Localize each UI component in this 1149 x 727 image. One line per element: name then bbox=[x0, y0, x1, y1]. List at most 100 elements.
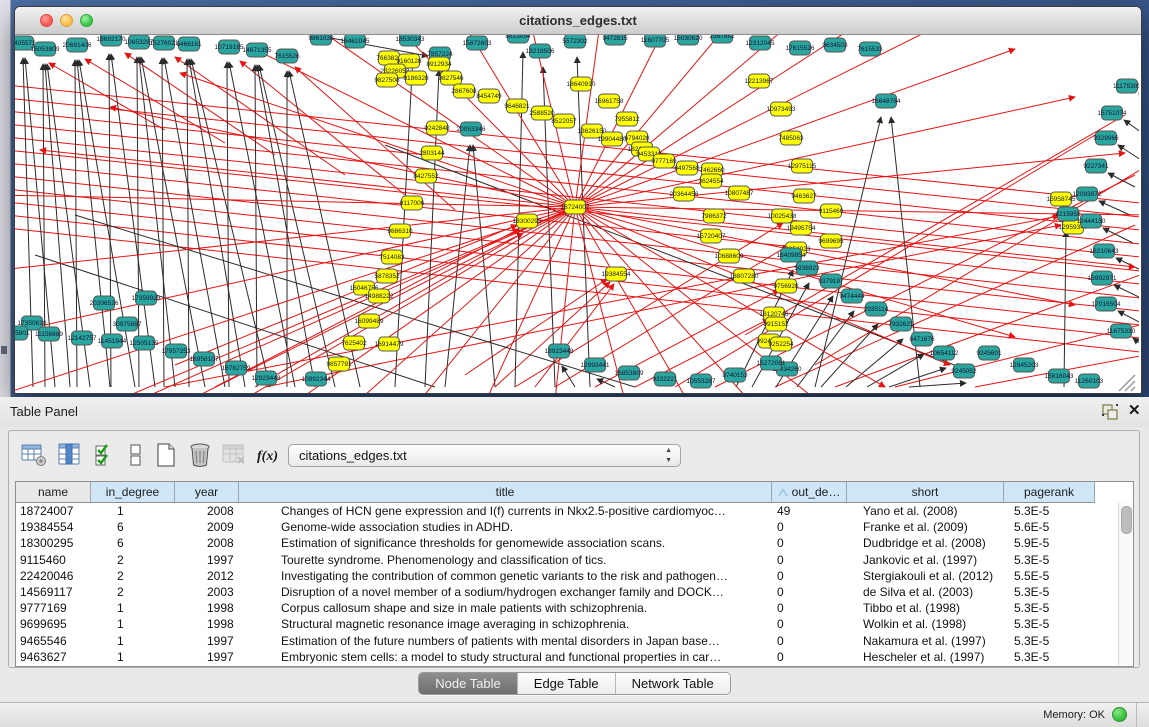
network-node[interactable]: 19495754 bbox=[787, 221, 816, 235]
network-node[interactable]: 9472815 bbox=[602, 35, 628, 45]
network-node[interactable]: 9242848 bbox=[424, 121, 450, 135]
delete-column-button[interactable] bbox=[185, 441, 215, 471]
network-edge[interactable] bbox=[15, 228, 1139, 352]
network-node[interactable]: 16914479 bbox=[375, 337, 404, 351]
table-cell-year[interactable]: 1997 bbox=[207, 552, 237, 568]
network-node[interactable]: 7615526 bbox=[274, 49, 300, 63]
tab-network-table[interactable]: Network Table bbox=[616, 673, 730, 694]
table-cell-short[interactable]: Nakamura et al. (1997) bbox=[863, 633, 1002, 649]
table-cell-pagerank[interactable]: 5.3E-5 bbox=[1014, 633, 1093, 649]
network-node[interactable]: 15276021 bbox=[150, 36, 179, 50]
table-scrollbar[interactable] bbox=[1118, 503, 1132, 665]
network-node[interactable]: 12975115 bbox=[788, 159, 817, 173]
network-node[interactable]: 9857791 bbox=[326, 357, 352, 371]
network-node[interactable]: 9227341 bbox=[1083, 159, 1109, 173]
network-node[interactable]: 9245601 bbox=[976, 346, 1002, 360]
table-cell-out_de[interactable]: 49 bbox=[777, 503, 845, 519]
network-node[interactable]: 8740153 bbox=[722, 368, 748, 382]
table-row[interactable]: 1938455462009Genome-wide association stu… bbox=[16, 519, 1133, 535]
network-edge[interactable] bbox=[909, 383, 966, 387]
table-row[interactable]: 2242004622012Investigating the contribut… bbox=[16, 568, 1133, 584]
network-node[interactable]: 16958107 bbox=[190, 352, 219, 366]
network-node[interactable]: 8813054 bbox=[505, 35, 531, 43]
function-builder-button[interactable]: f(x) bbox=[253, 441, 283, 471]
table-cell-year[interactable]: 1998 bbox=[207, 600, 237, 616]
network-window-titlebar[interactable]: citations_edges.txt bbox=[15, 7, 1141, 35]
network-node[interactable]: 10807487 bbox=[725, 186, 754, 200]
table-scrollbar-thumb[interactable] bbox=[1121, 506, 1132, 534]
network-node[interactable]: 15958745 bbox=[1047, 192, 1076, 206]
window-resize-grip[interactable] bbox=[1119, 375, 1135, 391]
network-node[interactable]: 10654112 bbox=[930, 346, 959, 360]
table-cell-pagerank[interactable]: 5.3E-5 bbox=[1014, 649, 1093, 665]
network-node[interactable]: 18724007 bbox=[561, 200, 590, 214]
table-cell-name[interactable]: 18300295 bbox=[20, 535, 89, 551]
table-cell-year[interactable]: 2012 bbox=[207, 568, 237, 584]
table-cell-year[interactable]: 1997 bbox=[207, 649, 237, 665]
network-edge[interactable] bbox=[40, 150, 575, 207]
table-cell-name[interactable]: 9115460 bbox=[20, 552, 89, 568]
network-node[interactable]: 7485063 bbox=[778, 131, 804, 145]
network-node[interactable]: 9886310 bbox=[387, 224, 413, 238]
network-node[interactable]: 9827546 bbox=[438, 71, 464, 85]
table-cell-in_degree[interactable]: 1 bbox=[117, 503, 173, 519]
delete-table-button[interactable] bbox=[219, 441, 249, 471]
network-node[interactable]: 10688609 bbox=[715, 249, 744, 263]
column-header-short[interactable]: short bbox=[847, 482, 1004, 503]
table-row[interactable]: 946554611997Estimation of the future num… bbox=[16, 633, 1133, 649]
network-edge[interactable] bbox=[15, 195, 575, 207]
network-node[interactable]: 9463627 bbox=[791, 189, 817, 203]
table-cell-in_degree[interactable]: 1 bbox=[117, 649, 173, 665]
table-cell-pagerank[interactable]: 5.3E-5 bbox=[1014, 616, 1093, 632]
network-node[interactable]: 16053809 bbox=[31, 42, 60, 56]
node-table[interactable]: namein_degreeyeartitleout_de…shortpagera… bbox=[15, 481, 1134, 667]
network-node[interactable]: 16409954 bbox=[777, 248, 806, 262]
network-node[interactable]: 16961758 bbox=[595, 94, 624, 108]
table-cell-short[interactable]: Jankovic et al. (1997) bbox=[863, 552, 1002, 568]
network-node[interactable]: 5938923 bbox=[794, 261, 820, 275]
table-cell-in_degree[interactable]: 2 bbox=[117, 584, 173, 600]
table-cell-out_de[interactable]: 0 bbox=[777, 600, 845, 616]
network-node[interactable]: 9252254 bbox=[768, 337, 794, 351]
table-cell-name[interactable]: 9465546 bbox=[20, 633, 89, 649]
network-node[interactable]: 14988222 bbox=[365, 289, 394, 303]
table-cell-title[interactable]: Embryonic stem cells: a model to study s… bbox=[281, 649, 770, 665]
network-edge[interactable] bbox=[15, 202, 1139, 325]
table-row[interactable]: 969969511998Structural magnetic resonanc… bbox=[16, 616, 1133, 632]
network-edge[interactable] bbox=[215, 229, 519, 387]
network-edge[interactable] bbox=[1124, 120, 1139, 135]
network-node[interactable]: 11675330 bbox=[1107, 324, 1136, 338]
table-cell-name[interactable]: 9699695 bbox=[20, 616, 89, 632]
table-cell-name[interactable]: 18724007 bbox=[20, 503, 89, 519]
network-node[interactable]: 18640910 bbox=[567, 77, 596, 91]
network-node[interactable]: 16461045 bbox=[341, 35, 370, 48]
network-edge[interactable] bbox=[485, 207, 575, 393]
network-edge[interactable] bbox=[15, 163, 1139, 284]
network-edge[interactable] bbox=[257, 65, 315, 387]
network-view-window[interactable]: citations_edges.txt 24055721605380920691… bbox=[14, 6, 1142, 394]
column-header-out_de[interactable]: out_de… bbox=[772, 482, 847, 503]
table-settings-button[interactable] bbox=[19, 441, 49, 471]
table-cell-in_degree[interactable]: 1 bbox=[117, 600, 173, 616]
panel-drag-handle[interactable] bbox=[1, 346, 7, 354]
network-node[interactable]: 5878352 bbox=[374, 269, 400, 283]
network-edge[interactable] bbox=[295, 67, 455, 210]
table-cell-title[interactable]: Structural magnetic resonance image aver… bbox=[281, 616, 770, 632]
network-node[interactable]: 12505135 bbox=[130, 336, 159, 350]
table-cell-short[interactable]: Wolkin et al. (1998) bbox=[863, 616, 1002, 632]
network-node[interactable]: 16782759 bbox=[222, 361, 251, 375]
table-cell-pagerank[interactable]: 5.3E-5 bbox=[1014, 503, 1093, 519]
network-node[interactable]: 11260103 bbox=[1075, 374, 1104, 388]
network-node[interactable]: 7615533 bbox=[857, 42, 883, 56]
tab-node-table[interactable]: Node Table bbox=[419, 673, 518, 694]
network-node[interactable]: 20691406 bbox=[63, 38, 92, 52]
network-node[interactable]: 9115460 bbox=[819, 204, 844, 218]
table-cell-in_degree[interactable]: 1 bbox=[117, 633, 173, 649]
network-node[interactable]: 8912934 bbox=[426, 57, 452, 71]
network-node[interactable]: 12093872 bbox=[1073, 187, 1102, 201]
network-node[interactable]: 12213967 bbox=[745, 74, 774, 88]
network-node[interactable]: 9474444 bbox=[839, 289, 865, 303]
table-row[interactable]: 911546021997Tourette syndrome. Phenomeno… bbox=[16, 552, 1133, 568]
table-cell-out_de[interactable]: 0 bbox=[777, 519, 845, 535]
network-edge[interactable] bbox=[15, 124, 1139, 244]
